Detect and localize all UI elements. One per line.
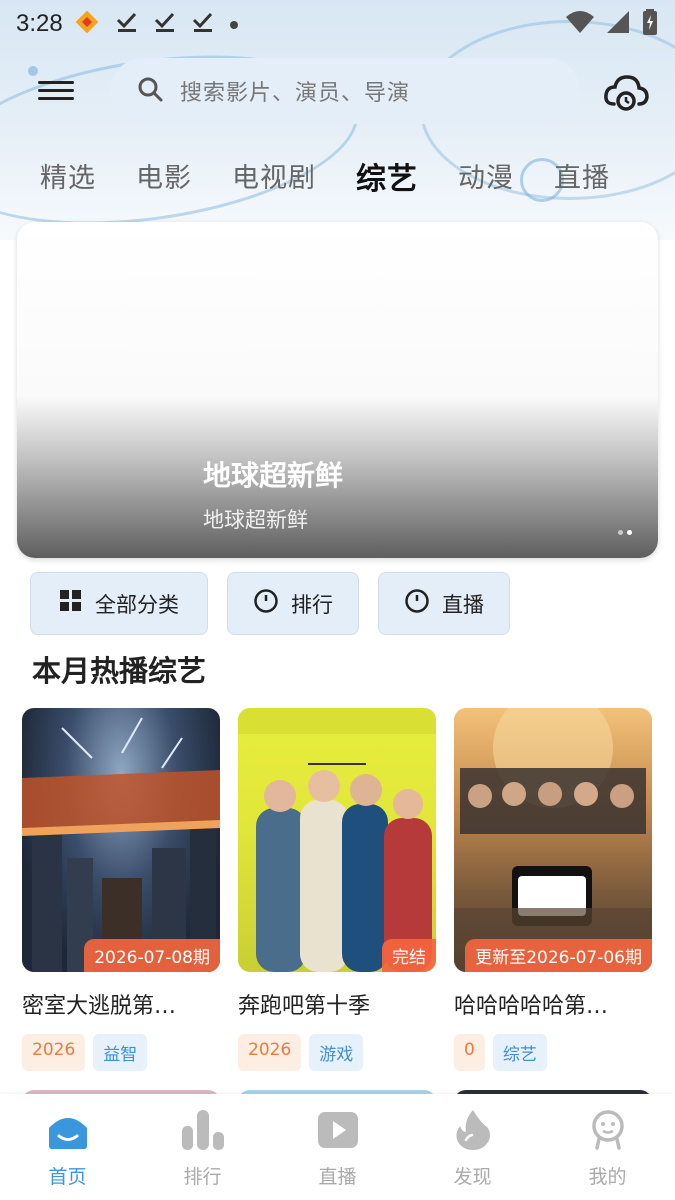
top-header: 搜索影片、演员、导演 xyxy=(0,58,675,126)
app-notification-icon xyxy=(73,8,101,40)
cloud-history-button[interactable] xyxy=(602,70,650,114)
all-categories-button[interactable]: 全部分类 xyxy=(30,572,208,635)
show-title: 奔跑吧第十季 xyxy=(238,994,371,1019)
bottom-navigation: 首页 排行 直播 发现 我的 xyxy=(0,1094,675,1200)
year-tag: 2026 xyxy=(22,1034,86,1071)
nav-home[interactable]: 首页 xyxy=(0,1094,135,1200)
show-title: 哈哈哈哈哈第… xyxy=(454,994,609,1019)
show-card[interactable]: 完结 奔跑吧第十季 2026 游戏 xyxy=(238,708,436,1071)
nav-ranking[interactable]: 排行 xyxy=(135,1094,270,1200)
status-bar: 3:28 xyxy=(0,0,675,48)
status-time: 3:28 xyxy=(16,10,63,37)
show-title: 密室大逃脱第… xyxy=(22,994,177,1019)
genre-tag: 游戏 xyxy=(309,1034,364,1071)
tab-featured[interactable]: 精选 xyxy=(40,156,96,198)
year-tag: 2026 xyxy=(238,1034,302,1071)
category-tabs: 精选 电影 电视剧 综艺 动漫 直播 xyxy=(40,156,650,198)
tab-tv-series[interactable]: 电视剧 xyxy=(232,156,316,198)
wifi-icon xyxy=(565,9,595,39)
show-poster: 2026-07-08期 xyxy=(22,708,220,972)
ranking-icon xyxy=(180,1110,226,1154)
tab-anime[interactable]: 动漫 xyxy=(458,156,514,198)
download-done-icon xyxy=(191,10,215,38)
ranking-label: 排行 xyxy=(291,592,333,617)
status-badge: 完结 xyxy=(382,939,436,972)
nav-live[interactable]: 直播 xyxy=(270,1094,405,1200)
search-icon xyxy=(136,75,164,107)
profile-icon xyxy=(585,1110,631,1154)
play-icon xyxy=(315,1110,361,1154)
live-button[interactable]: 直播 xyxy=(378,572,510,635)
nav-live-label: 直播 xyxy=(318,1166,357,1188)
flame-icon xyxy=(450,1110,496,1154)
search-placeholder: 搜索影片、演员、导演 xyxy=(180,81,411,106)
banner-title: 地球超新鲜 xyxy=(203,459,344,492)
banner-subtitle: 地球超新鲜 xyxy=(203,508,308,532)
tab-variety[interactable]: 综艺 xyxy=(356,154,418,198)
all-categories-label: 全部分类 xyxy=(95,592,179,617)
banner-pagination xyxy=(618,530,632,535)
episode-badge: 更新至2026-07-06期 xyxy=(465,939,652,972)
show-card[interactable]: 2026-07-08期 密室大逃脱第… 2026 益智 xyxy=(22,708,220,1071)
year-tag: 0 xyxy=(454,1034,485,1071)
circle-icon xyxy=(253,588,279,619)
circle-icon xyxy=(404,588,430,619)
tab-movies[interactable]: 电影 xyxy=(136,156,192,198)
nav-home-label: 首页 xyxy=(48,1166,87,1188)
featured-banner[interactable]: 地球超新鲜 地球超新鲜 xyxy=(17,222,658,558)
more-notifications-dot-icon xyxy=(229,15,239,34)
nav-ranking-label: 排行 xyxy=(183,1166,222,1188)
nav-profile-label: 我的 xyxy=(588,1166,627,1188)
signal-icon xyxy=(605,9,631,39)
live-label: 直播 xyxy=(442,592,484,617)
menu-button[interactable] xyxy=(36,76,76,108)
section-title: 本月热播综艺 xyxy=(32,654,207,688)
download-done-icon xyxy=(153,10,177,38)
genre-tag: 益智 xyxy=(93,1034,148,1071)
nav-discover[interactable]: 发现 xyxy=(405,1094,540,1200)
show-poster: 更新至2026-07-06期 xyxy=(454,708,652,972)
search-input[interactable]: 搜索影片、演员、导演 xyxy=(110,58,580,124)
show-poster: 完结 xyxy=(238,708,436,972)
genre-tag: 综艺 xyxy=(492,1034,547,1071)
nav-discover-label: 发现 xyxy=(453,1166,492,1188)
battery-icon xyxy=(641,8,659,40)
home-icon xyxy=(45,1110,91,1154)
show-card[interactable]: 更新至2026-07-06期 哈哈哈哈哈第… 0 综艺 xyxy=(454,708,652,1071)
tab-live[interactable]: 直播 xyxy=(554,156,610,198)
ranking-button[interactable]: 排行 xyxy=(227,572,359,635)
episode-badge: 2026-07-08期 xyxy=(84,939,220,972)
nav-profile[interactable]: 我的 xyxy=(540,1094,675,1200)
grid-icon xyxy=(59,589,83,618)
download-done-icon xyxy=(115,10,139,38)
